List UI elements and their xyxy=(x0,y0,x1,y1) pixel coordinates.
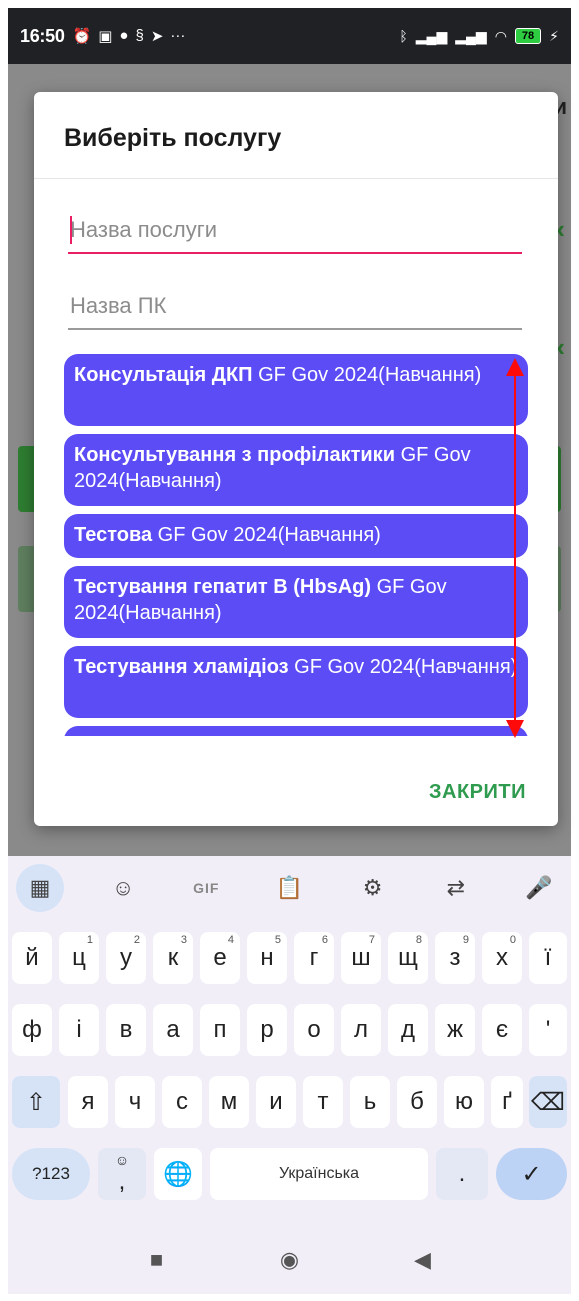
home-icon[interactable]: ◉ xyxy=(276,1246,304,1274)
key[interactable]: р xyxy=(247,1004,287,1056)
key[interactable]: а xyxy=(153,1004,193,1056)
signal-icon: ▂▄▆ xyxy=(415,27,448,44)
bluetooth-icon: ᛒ xyxy=(399,28,408,44)
back-icon[interactable]: ◀ xyxy=(409,1246,437,1274)
key[interactable]: ф xyxy=(12,1004,52,1056)
close-button[interactable]: ЗАКРИТИ xyxy=(429,781,526,804)
key[interactable]: з9 xyxy=(435,932,475,984)
key[interactable]: щ8 xyxy=(388,932,428,984)
globe-icon: 🌐 xyxy=(163,1160,193,1188)
key[interactable]: б xyxy=(397,1076,437,1128)
signal-icon: ▂▄▆ xyxy=(455,27,487,44)
shift-icon: ⇧ xyxy=(25,1088,47,1116)
key[interactable]: ' xyxy=(529,1004,567,1056)
settings-icon[interactable]: ⚙ xyxy=(349,864,397,912)
key[interactable]: п xyxy=(200,1004,240,1056)
enter-key[interactable]: ✓ xyxy=(496,1148,567,1200)
charging-icon: ⚡ xyxy=(549,27,559,44)
key[interactable]: ж xyxy=(435,1004,475,1056)
key[interactable]: у2 xyxy=(106,932,146,984)
key[interactable]: г6 xyxy=(294,932,334,984)
key[interactable]: х0 xyxy=(482,932,522,984)
wifi-icon: ◠ xyxy=(494,27,507,44)
dialog-title: Виберіть послугу xyxy=(64,124,282,152)
status-time: 16:50 xyxy=(20,25,65,46)
key[interactable]: і xyxy=(59,1004,99,1056)
telegram-icon: ➤ xyxy=(150,28,164,45)
app-icon: ● xyxy=(119,27,129,44)
key[interactable]: о xyxy=(294,1004,334,1056)
service-name-field[interactable] xyxy=(68,206,522,254)
alarm-icon: ⏰ xyxy=(72,28,92,45)
list-item-service[interactable]: Консультація ДКП GF Gov 2024(Навчання) xyxy=(64,354,528,426)
list-item-service[interactable]: Тестування гепатит В (HbsAg) GF Gov 2024… xyxy=(64,566,528,638)
text-cursor xyxy=(70,216,72,244)
more-icon: ··· xyxy=(170,27,186,44)
clipboard-icon[interactable]: 📋 xyxy=(265,864,313,912)
key[interactable]: ї xyxy=(529,932,567,984)
emoji-icon: ☺ xyxy=(114,1152,130,1168)
keyboard-row-2: ф і в а п р о л д ж є ' xyxy=(8,1004,571,1060)
space-key[interactable]: Українська xyxy=(210,1148,428,1200)
key[interactable]: н5 xyxy=(247,932,287,984)
numbers-key[interactable]: ?123 xyxy=(12,1148,90,1200)
battery-icon: 78 xyxy=(514,28,542,44)
emoji-key[interactable]: ☺, xyxy=(98,1148,146,1200)
list-item-service[interactable]: Консультування з профілактики GF Gov 202… xyxy=(64,434,528,506)
language-key[interactable]: 🌐 xyxy=(154,1148,202,1200)
key[interactable]: ш7 xyxy=(341,932,381,984)
check-icon: ✓ xyxy=(521,1160,542,1188)
key[interactable]: л xyxy=(341,1004,381,1056)
divider xyxy=(34,178,558,179)
key[interactable]: ь xyxy=(350,1076,390,1128)
list-item-service[interactable]: Тестова GF Gov 2024(Навчання) xyxy=(64,514,528,558)
app-icon: § xyxy=(135,27,144,44)
keyboard-row-4: ?123 ☺, 🌐 Українська . ✓ xyxy=(8,1148,571,1204)
key[interactable]: е4 xyxy=(200,932,240,984)
period-key[interactable]: . xyxy=(436,1148,488,1200)
apps-grid-icon[interactable]: ▦ xyxy=(16,864,64,912)
translate-icon[interactable]: ⇄ xyxy=(432,864,480,912)
pk-name-field[interactable] xyxy=(68,282,522,330)
gif-button[interactable]: GIF xyxy=(182,864,230,912)
keyboard-toolbar: ▦ ☺ GIF 📋 ⚙ ⇄ 🎤 xyxy=(8,856,571,920)
key[interactable]: и xyxy=(256,1076,296,1128)
list-item-service[interactable]: Тестування хламідіоз GF Gov 2024(Навчанн… xyxy=(64,646,528,718)
select-service-dialog: Виберіть послугу Консультація ДКП GF Gov… xyxy=(34,92,558,826)
key[interactable]: ц1 xyxy=(59,932,99,984)
status-bar: 16:50 ⏰ ▣ ● § ➤ ··· ᛒ ▂▄▆ ▂▄▆ ◠ 78 ⚡ xyxy=(8,8,571,64)
key[interactable]: в xyxy=(106,1004,146,1056)
key[interactable]: т xyxy=(303,1076,343,1128)
keyboard: ▦ ☺ GIF 📋 ⚙ ⇄ 🎤 й ц1 у2 к3 е4 н5 г6 ш7 щ… xyxy=(8,856,571,1294)
notification-icon: ▣ xyxy=(98,28,113,45)
mic-icon[interactable]: 🎤 xyxy=(515,864,563,912)
backspace-key[interactable]: ⌫ xyxy=(529,1076,567,1128)
field-underline xyxy=(68,252,522,254)
key[interactable]: м xyxy=(209,1076,249,1128)
key[interactable]: ч xyxy=(115,1076,155,1128)
shift-key[interactable]: ⇧ xyxy=(12,1076,60,1128)
key[interactable]: д xyxy=(388,1004,428,1056)
key[interactable]: я xyxy=(68,1076,108,1128)
key[interactable]: ю xyxy=(444,1076,484,1128)
key[interactable]: с xyxy=(162,1076,202,1128)
service-list[interactable]: Консультація ДКП GF Gov 2024(Навчання) К… xyxy=(64,354,528,736)
keyboard-row-1: й ц1 у2 к3 е4 н5 г6 ш7 щ8 з9 х0 ї xyxy=(8,932,571,988)
pk-name-input[interactable] xyxy=(68,282,522,330)
sticker-icon[interactable]: ☺ xyxy=(99,864,147,912)
recents-icon[interactable]: ■ xyxy=(143,1246,171,1274)
key[interactable]: ґ xyxy=(491,1076,523,1128)
field-underline xyxy=(68,328,522,330)
service-name-input[interactable] xyxy=(68,206,522,254)
key[interactable]: й xyxy=(12,932,52,984)
key[interactable]: є xyxy=(482,1004,522,1056)
key[interactable]: к3 xyxy=(153,932,193,984)
scroll-arrow-annotation xyxy=(506,358,524,738)
keyboard-row-3: ⇧ я ч с м и т ь б ю ґ ⌫ xyxy=(8,1076,571,1132)
navigation-bar: ■ ◉ ◀ xyxy=(8,1226,571,1294)
list-item-service[interactable] xyxy=(64,726,528,736)
backspace-icon: ⌫ xyxy=(531,1088,565,1116)
